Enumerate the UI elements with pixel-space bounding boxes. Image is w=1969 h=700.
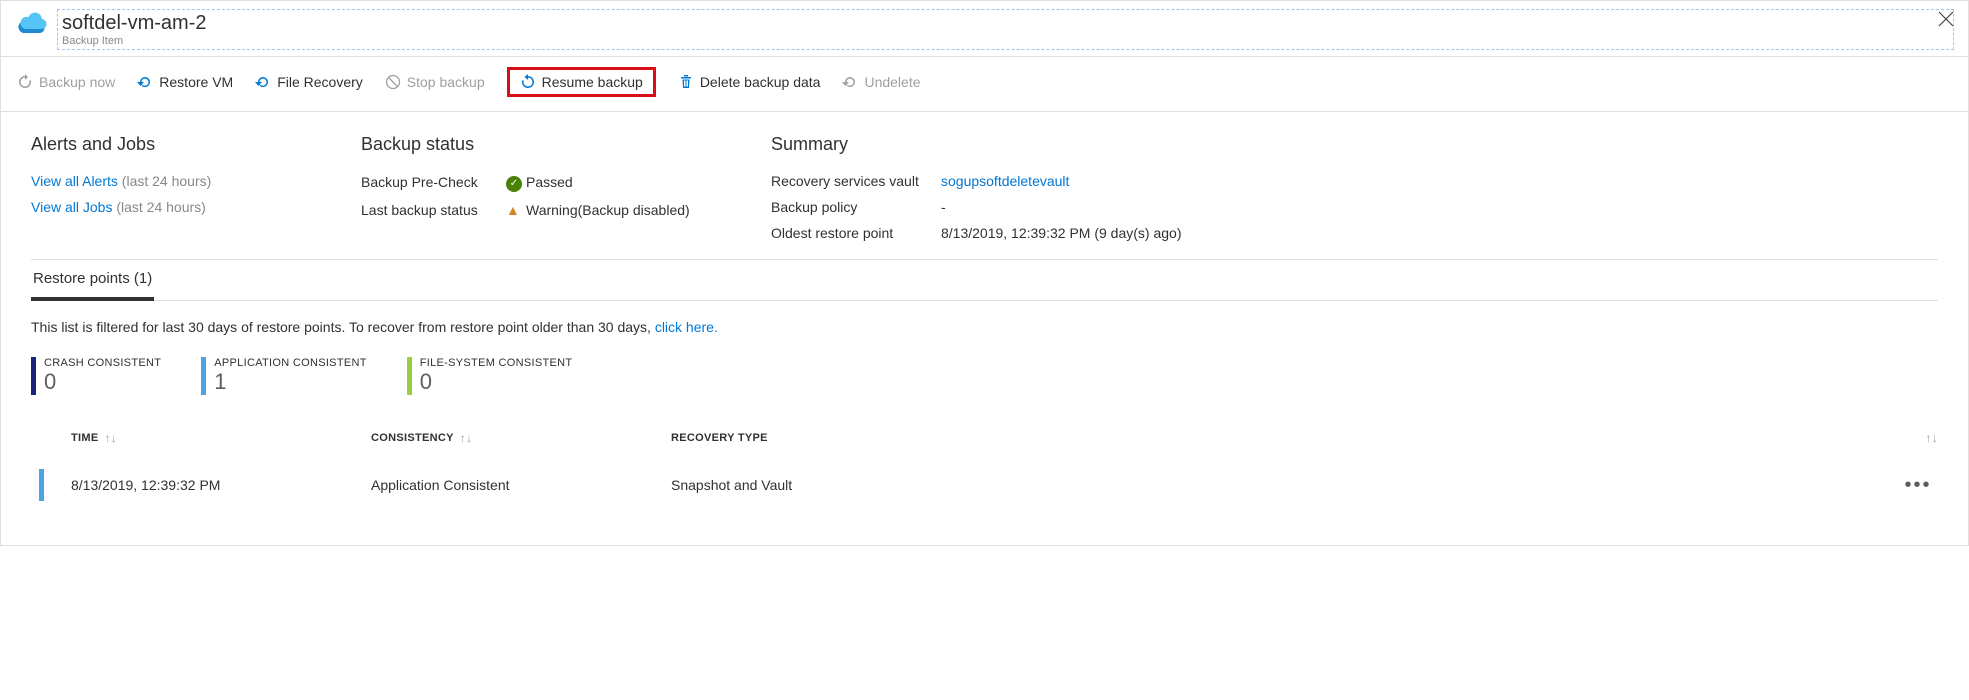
cloud-backup-icon — [15, 9, 49, 43]
backup-status-title: Backup status — [361, 134, 701, 155]
tab-bar: Restore points (1) — [31, 260, 1938, 301]
restore-vm-button[interactable]: Restore VM — [137, 74, 233, 90]
file-recovery-button[interactable]: File Recovery — [255, 74, 363, 90]
oldest-value: 8/13/2019, 12:39:32 PM (9 day(s) ago) — [941, 225, 1181, 241]
col-recovery-type[interactable]: RECOVERY TYPE — [671, 431, 1898, 445]
view-all-jobs-link[interactable]: View all Jobs — [31, 199, 112, 215]
alerts-timeframe: (last 24 hours) — [122, 173, 211, 189]
filter-note: This list is filtered for last 30 days o… — [31, 319, 1938, 335]
table-row[interactable]: 8/13/2019, 12:39:32 PM Application Consi… — [31, 455, 1938, 515]
stop-icon — [385, 74, 401, 90]
blade-header: softdel-vm-am-2 Backup Item — [1, 1, 1968, 57]
vault-link[interactable]: sogupsoftdeletevault — [941, 173, 1181, 189]
row-menu-button[interactable]: ••• — [1898, 474, 1938, 497]
backup-now-icon — [17, 74, 33, 90]
col-time[interactable]: TIME↑↓ — [71, 431, 371, 445]
policy-label: Backup policy — [771, 199, 941, 215]
cell-time: 8/13/2019, 12:39:32 PM — [71, 477, 371, 493]
alerts-jobs-section: Alerts and Jobs View all Alerts (last 24… — [31, 134, 291, 241]
consistency-stats: CRASH CONSISTENT 0 APPLICATION CONSISTEN… — [31, 357, 1938, 395]
sort-icon: ↑↓ — [1925, 431, 1938, 445]
stat-application-consistent: APPLICATION CONSISTENT 1 — [201, 357, 366, 395]
resume-backup-highlight: Resume backup — [507, 67, 656, 97]
backup-status-section: Backup status Backup Pre-Check ✓ Passed … — [361, 134, 701, 241]
delete-backup-data-button[interactable]: Delete backup data — [678, 74, 821, 90]
oldest-label: Oldest restore point — [771, 225, 941, 241]
file-recovery-icon — [255, 74, 271, 90]
page-title: softdel-vm-am-2 — [62, 12, 1949, 35]
col-consistency[interactable]: CONSISTENCY↑↓ — [371, 431, 671, 445]
stat-crash-consistent: CRASH CONSISTENT 0 — [31, 357, 161, 395]
vault-label: Recovery services vault — [771, 173, 941, 189]
page-subtitle: Backup Item — [62, 35, 1949, 47]
last-backup-value: Warning(Backup disabled) — [526, 202, 701, 218]
policy-value: - — [941, 199, 1181, 215]
restore-icon — [137, 74, 153, 90]
warning-icon: ▲ — [506, 202, 526, 218]
sort-icon: ↑↓ — [460, 431, 473, 445]
undelete-icon — [842, 74, 858, 90]
resume-icon — [520, 74, 536, 90]
sort-icon: ↑↓ — [104, 431, 117, 445]
stat-file-system-consistent: FILE-SYSTEM CONSISTENT 0 — [407, 357, 573, 395]
view-all-alerts-link[interactable]: View all Alerts — [31, 173, 118, 189]
restore-points-table: TIME↑↓ CONSISTENCY↑↓ RECOVERY TYPE ↑↓ 8/… — [31, 421, 1938, 515]
summary-section: Summary Recovery services vault sogupsof… — [771, 134, 1181, 241]
precheck-label: Backup Pre-Check — [361, 174, 506, 190]
backup-now-button: Backup now — [17, 74, 115, 90]
close-button[interactable] — [1938, 11, 1954, 27]
row-marker — [39, 469, 44, 501]
resume-backup-button[interactable]: Resume backup — [520, 74, 643, 90]
undelete-button: Undelete — [842, 74, 920, 90]
last-backup-label: Last backup status — [361, 202, 506, 218]
stop-backup-button: Stop backup — [385, 74, 485, 90]
command-bar: Backup now Restore VM File Recovery Stop… — [1, 57, 1968, 112]
alerts-title: Alerts and Jobs — [31, 134, 291, 155]
trash-icon — [678, 74, 694, 90]
cell-consistency: Application Consistent — [371, 477, 671, 493]
success-icon: ✓ — [506, 173, 526, 192]
summary-title: Summary — [771, 134, 1181, 155]
jobs-timeframe: (last 24 hours) — [116, 199, 205, 215]
tab-restore-points[interactable]: Restore points (1) — [31, 260, 154, 301]
precheck-value: Passed — [526, 174, 701, 190]
cell-recovery-type: Snapshot and Vault — [671, 477, 1898, 493]
click-here-link[interactable]: click here. — [655, 319, 718, 335]
